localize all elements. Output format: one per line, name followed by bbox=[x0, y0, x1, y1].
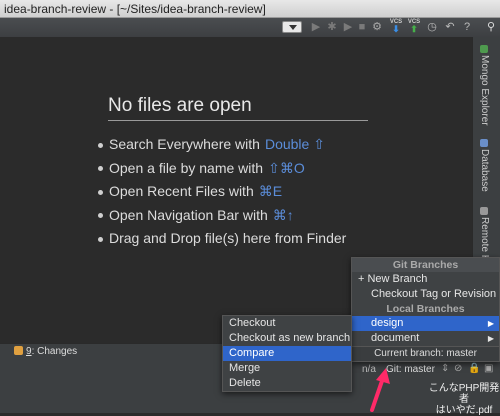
branch-item-design[interactable]: design ▶ bbox=[352, 316, 499, 331]
compare-item[interactable]: Compare bbox=[223, 346, 351, 361]
vcs-commit-icon[interactable]: VCS ⬆ bbox=[406, 19, 422, 35]
bullet-icon bbox=[98, 236, 103, 242]
local-branches-header: Local Branches bbox=[386, 303, 465, 315]
branch-label: design bbox=[371, 317, 404, 329]
chevron-down-icon: ⇕ bbox=[441, 363, 450, 374]
mongo-icon bbox=[480, 45, 488, 53]
hint-search-everywhere: Search Everywhere with Double ⇧ bbox=[98, 133, 351, 157]
watermark-line2: はいやだ.pdf bbox=[435, 405, 493, 416]
hint-text: Search Everywhere with bbox=[109, 136, 260, 152]
run-config-dropdown[interactable] bbox=[282, 21, 302, 33]
read-only-icon[interactable]: ⊘ bbox=[454, 363, 462, 374]
bullet-icon bbox=[98, 142, 103, 148]
no-files-title: No files are open bbox=[108, 95, 368, 121]
merge-item[interactable]: Merge bbox=[223, 361, 351, 376]
delete-item[interactable]: Delete bbox=[223, 376, 351, 391]
stop-icon[interactable]: ■ bbox=[355, 20, 369, 34]
database-icon bbox=[480, 139, 488, 147]
coverage-icon[interactable]: ▶ bbox=[341, 20, 355, 34]
hint-navigation-bar: Open Navigation Bar with ⌘↑ bbox=[98, 204, 351, 228]
run-icon[interactable]: ▶ bbox=[309, 20, 323, 34]
up-arrow-icon: ⬆ bbox=[410, 24, 418, 34]
main-toolbar: ▶ ✱ ▶ ■ ⚙ VCS ⬇ VCS ⬆ ◷ ↶ ? ⚲ bbox=[0, 18, 500, 38]
debug-icon[interactable]: ✱ bbox=[325, 20, 339, 34]
hint-shortcut: Double ⇧ bbox=[264, 136, 325, 152]
bullet-icon bbox=[98, 166, 103, 172]
vcs-update-icon[interactable]: VCS ⬇ bbox=[388, 19, 404, 35]
bullet-icon bbox=[98, 213, 103, 219]
git-branches-title: Git Branches bbox=[352, 258, 499, 272]
tab-changes[interactable]: 9: Changes bbox=[14, 346, 77, 357]
git-branches-popup: Git Branches + New Branch Checkout Tag o… bbox=[351, 257, 500, 362]
memory-icon[interactable]: ▣ bbox=[484, 363, 493, 374]
lock-icon[interactable]: 🔒 bbox=[468, 363, 480, 374]
checkout-as-new-branch-item[interactable]: Checkout as new branch bbox=[223, 331, 351, 346]
tab-label: Database bbox=[479, 149, 490, 192]
hint-shortcut: ⌘↑ bbox=[272, 206, 294, 223]
changes-icon bbox=[14, 346, 23, 355]
checkout-tag-item[interactable]: Checkout Tag or Revision bbox=[352, 287, 499, 302]
hint-shortcut: ⌘E bbox=[258, 183, 283, 199]
hint-text: Open Navigation Bar with bbox=[109, 206, 268, 223]
hint-text: Open a file by name with bbox=[109, 159, 264, 176]
submenu-arrow-icon: ▶ bbox=[487, 319, 494, 328]
tab-label: Remote H bbox=[479, 217, 490, 263]
help-icon[interactable]: ? bbox=[460, 20, 474, 34]
hint-open-file: Open a file by name with ⇧⌘O bbox=[98, 157, 351, 181]
hint-recent-files: Open Recent Files with ⌘E bbox=[98, 180, 351, 204]
changes-label: : Changes bbox=[31, 346, 78, 357]
hint-text: Open Recent Files with bbox=[109, 183, 254, 199]
hint-text: Drag and Drop file(s) here from Finder bbox=[109, 230, 347, 246]
checkout-item[interactable]: Checkout bbox=[223, 316, 351, 331]
watermark: こんなPHP開発者 はいやだ.pdf bbox=[428, 383, 500, 416]
editor-hints: Search Everywhere with Double ⇧ Open a fi… bbox=[98, 133, 351, 251]
branch-actions-submenu: Checkout Checkout as new branch Compare … bbox=[222, 315, 352, 392]
branch-label: document bbox=[371, 332, 420, 344]
settings-icon[interactable]: ⚙ bbox=[370, 20, 384, 34]
window-title: idea-branch-review - [~/Sites/idea-branc… bbox=[4, 2, 266, 16]
watermark-line1: こんなPHP開発者 bbox=[428, 383, 500, 405]
new-branch-item[interactable]: + New Branch bbox=[352, 272, 499, 287]
undo-icon[interactable]: ↶ bbox=[443, 20, 457, 34]
window-title-bar: idea-branch-review - [~/Sites/idea-branc… bbox=[0, 0, 500, 18]
tab-mongo-explorer[interactable]: Mongo Explorer bbox=[479, 45, 490, 126]
hint-shortcut: ⇧⌘O bbox=[268, 159, 305, 176]
down-arrow-icon: ⬇ bbox=[392, 24, 400, 34]
tab-database[interactable]: Database bbox=[479, 139, 490, 192]
branch-item-document[interactable]: document ▶ bbox=[352, 331, 499, 346]
submenu-arrow-icon: ▶ bbox=[487, 334, 494, 343]
tab-remote-host[interactable]: Remote H bbox=[479, 207, 490, 262]
annotation-arrow-icon bbox=[370, 368, 390, 412]
tab-label: Mongo Explorer bbox=[479, 55, 490, 126]
search-icon[interactable]: ⚲ bbox=[484, 20, 498, 34]
hint-drag-drop: Drag and Drop file(s) here from Finder bbox=[98, 227, 351, 251]
current-branch-label: Current branch: master bbox=[352, 346, 499, 361]
bullet-icon bbox=[98, 189, 103, 195]
remote-host-icon bbox=[480, 207, 488, 215]
history-icon[interactable]: ◷ bbox=[425, 20, 439, 34]
